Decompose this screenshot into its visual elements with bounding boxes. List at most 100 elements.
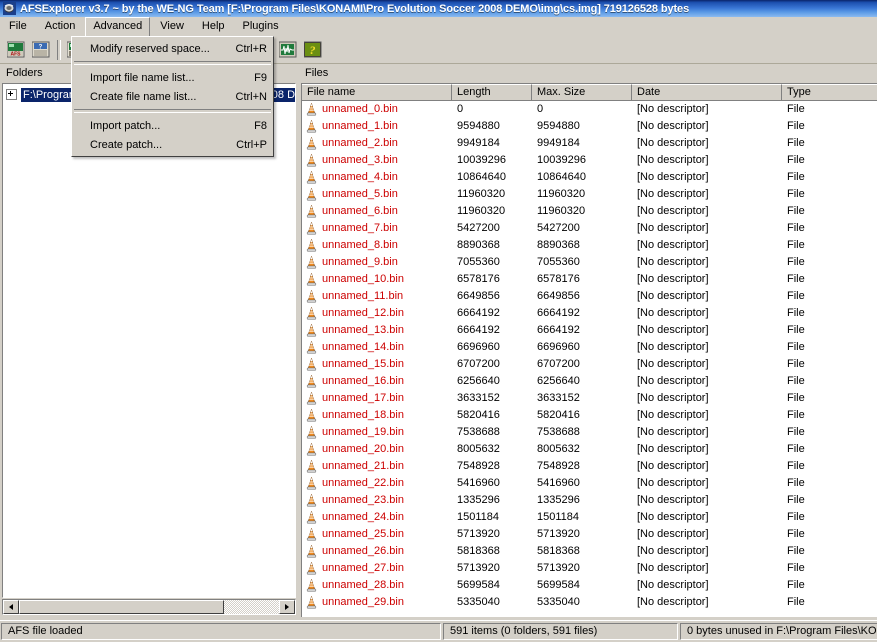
file-length-cell: 7055360	[452, 255, 532, 270]
table-row[interactable]: unnamed_29.bin53350405335040[No descript…	[302, 594, 877, 611]
column-header-date[interactable]: Date	[632, 84, 782, 101]
file-name-cell[interactable]: unnamed_26.bin	[302, 544, 452, 559]
file-name-cell[interactable]: unnamed_4.bin	[302, 170, 452, 185]
file-name-cell[interactable]: unnamed_11.bin	[302, 289, 452, 304]
file-name-cell[interactable]: unnamed_14.bin	[302, 340, 452, 355]
folders-horizontal-scrollbar[interactable]	[2, 599, 296, 615]
table-row[interactable]: unnamed_24.bin15011841501184[No descript…	[302, 509, 877, 526]
file-name-cell[interactable]: unnamed_13.bin	[302, 323, 452, 338]
file-name-cell[interactable]: unnamed_2.bin	[302, 136, 452, 151]
table-row[interactable]: unnamed_7.bin54272005427200[No descripto…	[302, 220, 877, 237]
advanced-dropdown-menu[interactable]: Modify reserved space... Ctrl+R Import f…	[71, 36, 274, 157]
media-cone-icon	[305, 426, 318, 439]
folders-tree[interactable]: F:\Program Files\KONAMI\Pro Evolution So…	[2, 83, 296, 598]
file-name-cell[interactable]: unnamed_18.bin	[302, 408, 452, 423]
file-name-cell[interactable]: unnamed_15.bin	[302, 357, 452, 372]
table-row[interactable]: unnamed_25.bin57139205713920[No descript…	[302, 526, 877, 543]
column-header-file-name[interactable]: File name	[302, 84, 452, 101]
table-row[interactable]: unnamed_28.bin56995845699584[No descript…	[302, 577, 877, 594]
menu-item-import-patch[interactable]: Import patch... F8	[72, 116, 273, 135]
file-name-cell[interactable]: unnamed_25.bin	[302, 527, 452, 542]
file-name-cell[interactable]: unnamed_17.bin	[302, 391, 452, 406]
file-name-cell[interactable]: unnamed_3.bin	[302, 153, 452, 168]
column-header-max-size[interactable]: Max. Size	[532, 84, 632, 101]
table-row[interactable]: unnamed_6.bin1196032011960320[No descrip…	[302, 203, 877, 220]
table-row[interactable]: unnamed_2.bin99491849949184[No descripto…	[302, 135, 877, 152]
table-row[interactable]: unnamed_13.bin66641926664192[No descript…	[302, 322, 877, 339]
table-row[interactable]: unnamed_17.bin36331523633152[No descript…	[302, 390, 877, 407]
file-max-size-cell: 7548928	[532, 459, 632, 474]
table-row[interactable]: unnamed_26.bin58183685818368[No descript…	[302, 543, 877, 560]
help-about-button[interactable]: ?	[301, 38, 324, 61]
menu-file[interactable]: File	[1, 17, 35, 37]
file-name-cell[interactable]: unnamed_29.bin	[302, 595, 452, 610]
table-row[interactable]: unnamed_0.bin00[No descriptor]File	[302, 101, 877, 118]
table-row[interactable]: unnamed_14.bin66969606696960[No descript…	[302, 339, 877, 356]
table-row[interactable]: unnamed_12.bin66641926664192[No descript…	[302, 305, 877, 322]
table-row[interactable]: unnamed_20.bin80056328005632[No descript…	[302, 441, 877, 458]
file-name-cell[interactable]: unnamed_22.bin	[302, 476, 452, 491]
file-name-cell[interactable]: unnamed_1.bin	[302, 119, 452, 134]
file-name-cell[interactable]: unnamed_7.bin	[302, 221, 452, 236]
menu-help[interactable]: Help	[194, 17, 233, 37]
file-type-cell: File	[782, 442, 877, 457]
table-row[interactable]: unnamed_9.bin70553607055360[No descripto…	[302, 254, 877, 271]
table-row[interactable]: unnamed_18.bin58204165820416[No descript…	[302, 407, 877, 424]
file-name-cell[interactable]: unnamed_16.bin	[302, 374, 452, 389]
file-name-cell[interactable]: unnamed_0.bin	[302, 102, 452, 117]
menu-item-create-file-name-list[interactable]: Create file name list... Ctrl+N	[72, 87, 273, 106]
menu-plugins[interactable]: Plugins	[235, 17, 287, 37]
scroll-thumb[interactable]	[19, 600, 224, 614]
menu-item-modify-reserved-space[interactable]: Modify reserved space... Ctrl+R	[72, 39, 273, 58]
title-bar: AFSExplorer v3.7 ~ by the WE-NG Team [F:…	[0, 0, 877, 17]
table-row[interactable]: unnamed_11.bin66498566649856[No descript…	[302, 288, 877, 305]
file-name-cell[interactable]: unnamed_10.bin	[302, 272, 452, 287]
scroll-right-button[interactable]	[279, 600, 295, 614]
file-name-cell[interactable]: unnamed_27.bin	[302, 561, 452, 576]
file-name-cell[interactable]: unnamed_6.bin	[302, 204, 452, 219]
table-row[interactable]: unnamed_22.bin54169605416960[No descript…	[302, 475, 877, 492]
table-row[interactable]: unnamed_23.bin13352961335296[No descript…	[302, 492, 877, 509]
table-row[interactable]: unnamed_27.bin57139205713920[No descript…	[302, 560, 877, 577]
table-row[interactable]: unnamed_1.bin95948809594880[No descripto…	[302, 118, 877, 135]
table-row[interactable]: unnamed_5.bin1196032011960320[No descrip…	[302, 186, 877, 203]
file-name-cell[interactable]: unnamed_5.bin	[302, 187, 452, 202]
table-row[interactable]: unnamed_3.bin1003929610039296[No descrip…	[302, 152, 877, 169]
file-name-cell[interactable]: unnamed_19.bin	[302, 425, 452, 440]
file-name-cell[interactable]: unnamed_24.bin	[302, 510, 452, 525]
files-list[interactable]: File name Length Max. Size Date Type unn…	[301, 83, 877, 617]
file-name-cell[interactable]: unnamed_20.bin	[302, 442, 452, 457]
column-header-length[interactable]: Length	[452, 84, 532, 101]
table-row[interactable]: unnamed_16.bin62566406256640[No descript…	[302, 373, 877, 390]
save-afs-button[interactable]: ?	[29, 38, 52, 61]
scroll-left-button[interactable]	[3, 600, 19, 614]
table-row[interactable]: unnamed_10.bin65781766578176[No descript…	[302, 271, 877, 288]
expand-plus-icon[interactable]	[6, 89, 17, 100]
waveform-icon	[279, 41, 297, 58]
file-name-cell[interactable]: unnamed_21.bin	[302, 459, 452, 474]
file-name-cell[interactable]: unnamed_28.bin	[302, 578, 452, 593]
file-name-cell[interactable]: unnamed_12.bin	[302, 306, 452, 321]
file-name-cell[interactable]: unnamed_9.bin	[302, 255, 452, 270]
menu-action[interactable]: Action	[37, 17, 84, 37]
media-cone-icon	[305, 477, 318, 490]
waveform-button[interactable]	[276, 38, 299, 61]
file-length-cell: 8890368	[452, 238, 532, 253]
table-row[interactable]: unnamed_21.bin75489287548928[No descript…	[302, 458, 877, 475]
menu-advanced[interactable]: Advanced	[85, 17, 150, 37]
open-afs-button[interactable]: AFS	[4, 38, 27, 61]
table-row[interactable]: unnamed_4.bin1086464010864640[No descrip…	[302, 169, 877, 186]
menu-item-import-file-name-list[interactable]: Import file name list... F9	[72, 68, 273, 87]
menu-view[interactable]: View	[152, 17, 192, 37]
scroll-track[interactable]	[19, 600, 279, 614]
table-row[interactable]: unnamed_8.bin88903688890368[No descripto…	[302, 237, 877, 254]
menu-item-label: Create patch...	[90, 139, 218, 151]
file-name-cell[interactable]: unnamed_23.bin	[302, 493, 452, 508]
file-name-label: unnamed_5.bin	[322, 187, 398, 202]
file-max-size-cell: 10864640	[532, 170, 632, 185]
file-name-cell[interactable]: unnamed_8.bin	[302, 238, 452, 253]
table-row[interactable]: unnamed_19.bin75386887538688[No descript…	[302, 424, 877, 441]
column-header-type[interactable]: Type	[782, 84, 877, 101]
menu-item-create-patch[interactable]: Create patch... Ctrl+P	[72, 135, 273, 154]
table-row[interactable]: unnamed_15.bin67072006707200[No descript…	[302, 356, 877, 373]
